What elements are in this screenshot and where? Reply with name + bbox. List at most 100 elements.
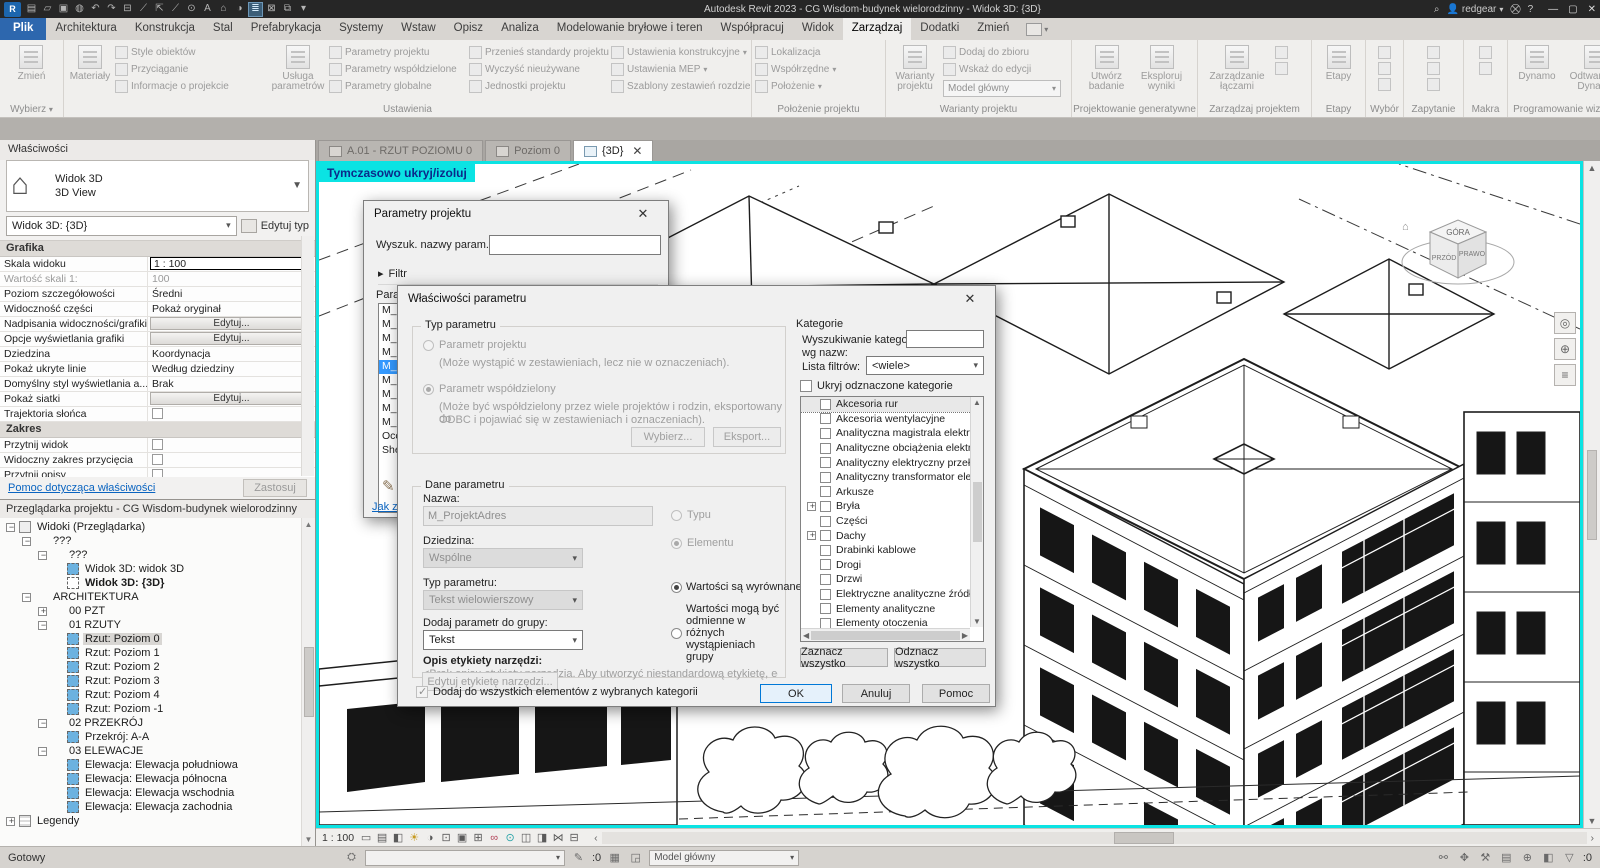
ribbon-small-button[interactable]: Ustawienia konstrukcyjne▾: [611, 46, 751, 59]
category-item[interactable]: Drzwi: [801, 572, 983, 587]
category-checkbox[interactable]: [820, 413, 831, 424]
ribbon-tab[interactable]: Modelowanie bryłowe i teren: [548, 18, 712, 40]
active-design-option-select[interactable]: Model główny▾: [943, 80, 1061, 97]
tree-item[interactable]: 03 ELEWACJE: [0, 744, 315, 758]
warnings-icon[interactable]: [1427, 78, 1440, 91]
dialog-title-bar[interactable]: Parametry projektu ✕: [364, 201, 668, 227]
close-button[interactable]: ✕: [1588, 4, 1596, 15]
tree-expander[interactable]: [38, 719, 47, 728]
tree-item[interactable]: ARCHITEKTURA: [0, 590, 315, 604]
property-checkbox[interactable]: [152, 439, 163, 450]
tree-item[interactable]: Rzut: Poziom -1: [0, 702, 315, 716]
tree-item[interactable]: Widoki (Przeglądarka): [0, 520, 315, 534]
category-checkbox[interactable]: [820, 457, 831, 468]
search-icon[interactable]: ⌕: [1434, 4, 1440, 15]
parameters-service-button[interactable]: Usługaparametrów: [269, 42, 327, 100]
tree-item[interactable]: 00 PZT: [0, 604, 315, 618]
app-store-icon[interactable]: ⛒: [1510, 4, 1520, 15]
edit-button[interactable]: Edytuj...: [150, 392, 313, 405]
tree-item[interactable]: Rzut: Poziom 4: [0, 688, 315, 702]
category-item[interactable]: Elementy analityczne: [801, 601, 983, 616]
ribbon-small-button[interactable]: Położenie▾: [755, 80, 836, 93]
category-checkbox[interactable]: [820, 472, 831, 483]
zoom-icon[interactable]: ⊕: [1554, 338, 1576, 360]
visual-style-icon[interactable]: ◧: [391, 831, 405, 845]
tag-icon[interactable]: ⊙: [184, 2, 199, 17]
temporary-hide-isolate-icon[interactable]: ∞: [487, 831, 501, 845]
tree-item[interactable]: Elewacja: Elewacja północna: [0, 772, 315, 786]
save-icon[interactable]: ▣: [56, 2, 71, 17]
ribbon-tab[interactable]: Konstrukcja: [126, 18, 204, 40]
detail-line-icon[interactable]: ⟋: [168, 2, 183, 17]
macro-manager-icon[interactable]: [1479, 46, 1492, 59]
tree-item[interactable]: 01 RZUTY: [0, 618, 315, 632]
cancel-button[interactable]: Anuluj: [842, 684, 910, 703]
dynamo-player-button[interactable]: OdtwarzaczDynamo: [1565, 42, 1600, 100]
select-underlay-icon[interactable]: ▤: [1499, 850, 1514, 865]
tree-expander[interactable]: [38, 621, 47, 630]
category-checkbox[interactable]: [820, 559, 831, 570]
project-parameter-radio[interactable]: [423, 340, 434, 351]
modify-button[interactable]: Zmień: [18, 42, 46, 100]
manage-links-button[interactable]: Zarządzaniełączami: [1201, 42, 1273, 100]
category-checkbox[interactable]: [820, 545, 831, 556]
property-value-input[interactable]: 1 : 100: [150, 257, 313, 270]
decal-types-icon[interactable]: [1275, 62, 1288, 75]
category-checkbox[interactable]: [820, 530, 831, 541]
ribbon-tab[interactable]: Systemy: [330, 18, 392, 40]
select-shared-button[interactable]: Wybierz...: [631, 427, 705, 447]
detail-level-icon[interactable]: ▤: [375, 831, 389, 845]
add-to-group-select[interactable]: Tekst▾: [423, 630, 583, 650]
tree-item[interactable]: Elewacja: Elewacja wschodnia: [0, 786, 315, 800]
ribbon-tab[interactable]: Prefabrykacja: [242, 18, 330, 40]
select-links-icon[interactable]: ⚒: [1478, 850, 1493, 865]
reveal-hidden-elements-icon[interactable]: ⊙: [503, 831, 517, 845]
property-value[interactable]: Brak: [150, 378, 174, 390]
explore-outcomes-button[interactable]: Eksplorujwyniki: [1135, 42, 1189, 100]
property-checkbox[interactable]: [152, 454, 163, 465]
add-to-set-button[interactable]: Dodaj do zbioru: [943, 46, 1067, 59]
section-icon[interactable]: ◑: [232, 2, 247, 17]
measure-icon[interactable]: ⟋: [136, 2, 151, 17]
macro-security-icon[interactable]: [1479, 62, 1492, 75]
property-value[interactable]: Koordynacja: [150, 348, 210, 360]
category-item[interactable]: Analityczny elektryczny przełącznik: [801, 455, 983, 470]
discipline-select[interactable]: Wspólne▾: [423, 548, 583, 568]
tree-expander[interactable]: [38, 607, 47, 616]
worksets-icon[interactable]: ⛭: [344, 850, 359, 865]
ribbon-small-button[interactable]: Ustawienia MEP▾: [611, 63, 751, 76]
ribbon-small-button[interactable]: Wyczyść nieużywane: [469, 63, 609, 76]
close-view-icon[interactable]: ✕: [628, 144, 642, 158]
sync-icon[interactable]: ◍: [72, 2, 87, 17]
ribbon-tab[interactable]: Wstaw: [392, 18, 445, 40]
pan-icon[interactable]: ≡: [1554, 364, 1576, 386]
close-dialog-icon[interactable]: ✕: [628, 206, 658, 222]
ribbon-tab[interactable]: Zarządzaj: [843, 18, 912, 40]
values-vary-radio[interactable]: [671, 628, 682, 639]
shadows-icon[interactable]: ◑: [423, 831, 437, 845]
project-browser-title[interactable]: Przeglądarka projektu - CG Wisdom-budyne…: [0, 500, 315, 518]
tree-item[interactable]: Widok 3D: widok 3D: [0, 562, 315, 576]
tree-expander[interactable]: [38, 747, 47, 756]
category-item[interactable]: Analityczny transformator elektryczny: [801, 470, 983, 485]
reveal-constraints-icon[interactable]: ⋈: [551, 831, 565, 845]
ribbon-tab[interactable]: Widok: [793, 18, 843, 40]
category-checkbox[interactable]: [820, 399, 831, 410]
ribbon-tab[interactable]: Opisz: [445, 18, 492, 40]
tree-item[interactable]: ???: [0, 548, 315, 562]
tree-expander[interactable]: [22, 593, 31, 602]
browser-scrollbar[interactable]: ▲▼: [301, 518, 315, 846]
category-checkbox[interactable]: [820, 589, 831, 600]
categories-hscrollbar[interactable]: ◀▶: [801, 628, 970, 641]
save-selection-icon[interactable]: [1378, 46, 1391, 59]
category-item[interactable]: Akcesoria wentylacyjne: [801, 412, 983, 427]
properties-scrollbar[interactable]: [301, 236, 314, 476]
pick-to-edit-button[interactable]: Wskaż do edycji: [943, 63, 1067, 76]
view-tab[interactable]: Poziom 0: [485, 140, 571, 161]
element-ids-icon[interactable]: [1427, 46, 1440, 59]
uncheck-all-button[interactable]: Odznacz wszystko: [894, 648, 986, 667]
export-shared-button[interactable]: Eksport...: [713, 427, 781, 447]
aligned-dimension-icon[interactable]: ⇱: [152, 2, 167, 17]
ribbon-small-button[interactable]: Przyciąganie: [115, 63, 267, 76]
property-value[interactable]: Średni: [150, 288, 182, 300]
